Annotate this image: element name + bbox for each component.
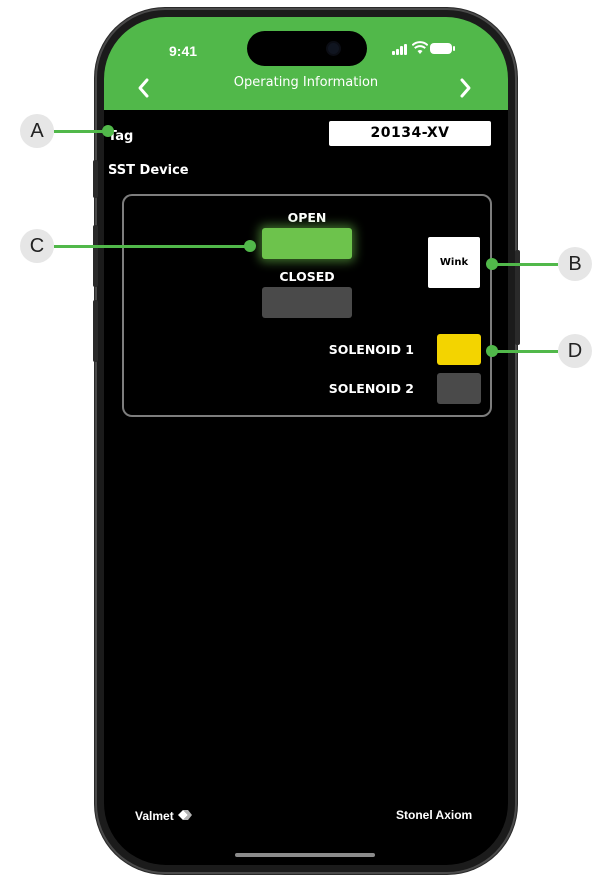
chevron-right-icon[interactable]	[459, 77, 473, 104]
battery-icon	[430, 43, 452, 54]
solenoid-2-indicator	[437, 373, 481, 404]
chevron-left-icon[interactable]	[136, 77, 150, 104]
solenoid-1-label: SOLENOID 1	[328, 342, 414, 357]
callout-d-line	[494, 350, 558, 353]
callout-c-line	[54, 245, 250, 248]
page-title: Operating Information	[233, 75, 379, 90]
camera-icon	[328, 43, 339, 54]
open-label: OPEN	[287, 210, 327, 225]
volume-up-button	[93, 225, 98, 287]
open-indicator	[262, 228, 352, 259]
signal-bar-4	[404, 44, 407, 55]
silent-switch	[93, 160, 98, 198]
signal-bar-2	[396, 49, 399, 55]
closed-indicator	[262, 287, 352, 318]
callout-d-dot	[486, 345, 498, 357]
solenoid-2-label: SOLENOID 2	[328, 381, 414, 396]
callout-a-dot	[102, 125, 114, 137]
valmet-logo: Valmet	[135, 808, 193, 823]
callout-c: C	[20, 229, 54, 263]
device-status-panel: OPEN CLOSED Wink SOLENOID 1 SOLENOID 2	[122, 194, 492, 417]
dynamic-island	[247, 31, 367, 66]
callout-a-line	[54, 130, 108, 133]
wink-button[interactable]: Wink	[428, 237, 480, 288]
closed-label: CLOSED	[279, 269, 335, 284]
sst-device-label: SST Device	[108, 163, 189, 178]
solenoid-1-indicator	[437, 334, 481, 365]
callout-b: B	[558, 247, 592, 281]
valmet-brand-text: Valmet	[135, 809, 174, 823]
signal-bar-1	[392, 51, 395, 55]
callout-a: A	[20, 114, 54, 148]
app-header: 9:41 Operating Information	[104, 17, 508, 110]
valmet-diamond-icon	[178, 810, 193, 820]
callout-c-dot	[244, 240, 256, 252]
home-indicator[interactable]	[235, 853, 375, 857]
battery-tip	[453, 46, 455, 51]
tag-value-field[interactable]: 20134-XV	[329, 121, 491, 146]
volume-down-button	[93, 300, 98, 362]
stonel-axiom-brand: Stonel Axiom	[396, 808, 473, 822]
callout-b-line	[494, 263, 558, 266]
phone-screen: 9:41 Operating Information Tag 20134-XV …	[104, 17, 508, 865]
status-time: 9:41	[169, 43, 198, 59]
callout-b-dot	[486, 258, 498, 270]
wifi-icon	[412, 41, 428, 54]
status-icons	[392, 41, 464, 57]
callout-d: D	[558, 334, 592, 368]
signal-bar-3	[400, 46, 403, 55]
